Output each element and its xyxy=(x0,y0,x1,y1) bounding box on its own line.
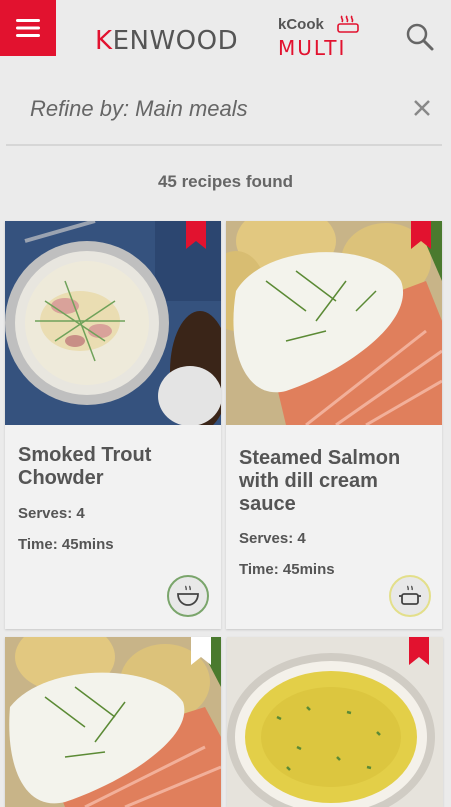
cook-mode-badge xyxy=(389,575,431,617)
recipe-card[interactable] xyxy=(227,637,443,807)
kcook-multi-logo: kCook MULTI xyxy=(278,14,368,60)
app-header: KENWOOD kCook MULTI xyxy=(0,0,451,80)
recipe-card[interactable]: Steamed Salmon with dill cream sauce Ser… xyxy=(226,221,442,629)
steam-pot-icon xyxy=(337,15,359,33)
results-count: 45 recipes found xyxy=(157,172,294,191)
recipe-serves: Serves: 4 xyxy=(18,505,85,522)
recipe-card[interactable] xyxy=(5,637,221,807)
recipe-title: Smoked Trout Chowder xyxy=(18,444,152,489)
cook-mode-badge xyxy=(167,575,209,617)
recipe-image xyxy=(5,221,221,425)
search-button[interactable] xyxy=(403,20,437,54)
kcook-label: kCook xyxy=(278,16,324,33)
bowl-icon xyxy=(177,585,199,606)
recipe-time: Time: 45mins xyxy=(18,536,114,553)
menu-button[interactable] xyxy=(0,0,56,56)
recipe-title: Steamed Salmon with dill cream sauce xyxy=(239,447,401,515)
pot-icon xyxy=(399,585,421,605)
bookmark-icon[interactable] xyxy=(191,637,211,665)
clear-filter-button[interactable] xyxy=(408,94,436,122)
filter-label: Refine by: Main meals xyxy=(30,96,248,121)
bookmark-icon[interactable] xyxy=(411,221,431,249)
multi-label: MULTI xyxy=(278,36,347,60)
recipe-image xyxy=(5,637,221,807)
kenwood-logo: KENWOOD xyxy=(95,26,239,56)
recipe-serves: Serves: 4 xyxy=(239,530,306,547)
hamburger-icon xyxy=(16,19,40,37)
recipe-time: Time: 45mins xyxy=(239,561,335,578)
bookmark-icon[interactable] xyxy=(409,637,429,665)
recipe-card[interactable]: Smoked Trout Chowder Serves: 4 Time: 45m… xyxy=(5,221,221,629)
close-icon xyxy=(414,100,430,116)
recipe-image xyxy=(226,221,442,425)
search-icon xyxy=(406,23,434,51)
filter-bar: Refine by: Main meals xyxy=(6,84,442,146)
bookmark-icon[interactable] xyxy=(186,221,206,249)
